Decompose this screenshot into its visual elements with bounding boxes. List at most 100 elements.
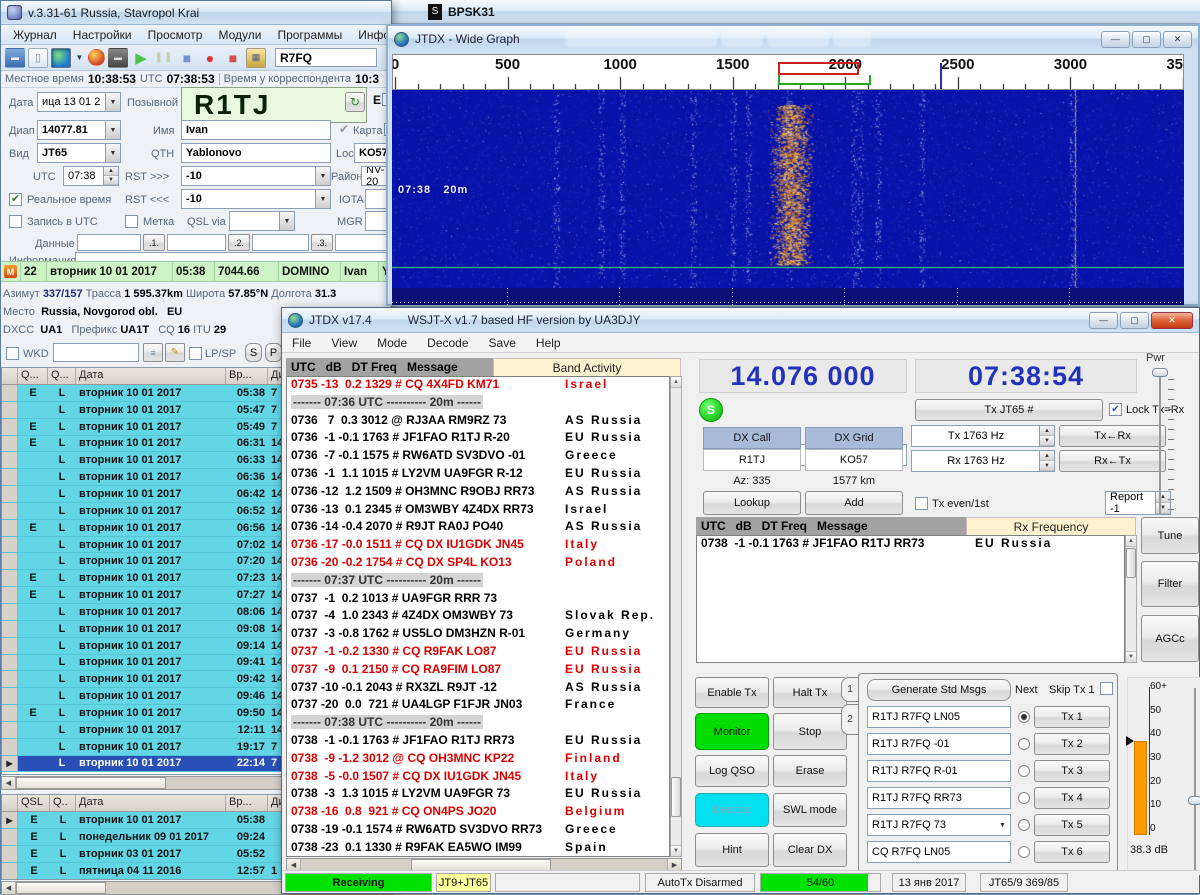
decode-row[interactable]: 0738 -3 1.3 1015 # LY2VM UA9FGR 73EU Rus… [287, 786, 669, 804]
logger-menu-item[interactable]: Программы [271, 27, 348, 43]
utc-spinner[interactable]: 07:38▲▼ [63, 166, 119, 186]
rst-sent-combo[interactable]: -10▼ [181, 166, 331, 186]
decode-row[interactable]: 0736 -1 1.1 1015 # LY2VM UA9FGR R-12EU R… [287, 466, 669, 484]
decode-row[interactable]: 0736 7 0.3 3012 @ RJ3AA RM9RZ 73AS Russi… [287, 413, 669, 431]
decode-row[interactable]: 0736 -14 -0.4 2070 # R9JT RA0J PO40AS Ru… [287, 519, 669, 537]
logger-menu-item[interactable]: Журнал [7, 27, 63, 43]
pwr-slider-handle[interactable] [1152, 368, 1168, 377]
decode-row[interactable]: ------- 07:37 UTC ---------- 20m ------ [287, 573, 669, 591]
right-slider-handle[interactable] [1188, 796, 1200, 805]
tx-select-button[interactable]: Tx 5 [1034, 814, 1110, 836]
toolbar-icon[interactable] [88, 49, 105, 66]
clear-dx-button[interactable]: Clear DX [773, 833, 847, 867]
band-activity-list[interactable]: 0735 -13 0.2 1329 # CQ 4X4FD KM71Israel -… [286, 376, 670, 857]
logger-menu-item[interactable]: Настройки [67, 27, 138, 43]
name-field[interactable]: Ivan [181, 120, 331, 140]
rx-freq-spinner[interactable]: Rx 1763 Hz▲▼ [911, 450, 1055, 472]
decode-row[interactable]: 0738 -19 -0.1 1574 # RW6ATD SV3DVO RR73G… [287, 822, 669, 840]
toolbar-icon[interactable]: ■ [177, 48, 197, 68]
erase-button[interactable]: Erase [773, 755, 847, 787]
qth-field[interactable]: Yablonovo [181, 143, 331, 163]
layers-icon[interactable]: ≡ [143, 343, 163, 362]
tx-message-radio[interactable] [1018, 765, 1030, 777]
rec-utc-checkbox[interactable] [9, 215, 22, 228]
tx-from-rx-button[interactable]: Tx←Rx [1059, 425, 1166, 447]
generate-std-msgs-button[interactable]: Generate Std Msgs [867, 679, 1011, 701]
jtdx-menu-item[interactable]: Decode [417, 334, 478, 352]
rx-range-bracket[interactable] [778, 75, 871, 85]
decode-row[interactable]: 0737 -9 0.1 2150 # CQ RA9FIM LO87EU Russ… [287, 662, 669, 680]
decode-row[interactable]: 0737 -3 -0.8 1762 # US5LO DM3HZN R-01Ger… [287, 626, 669, 644]
dx-grid-value[interactable]: KO57 [805, 449, 903, 471]
tx-freq-spinner[interactable]: Tx 1763 Hz▲▼ [911, 425, 1055, 447]
toolbar-icon[interactable] [51, 48, 71, 68]
toolbar-icon[interactable]: ▬ [5, 48, 25, 68]
hint-button[interactable]: Hint [695, 833, 769, 867]
rx-frequency-vscrollbar[interactable]: ▲▼ [1125, 535, 1137, 663]
wkd-field[interactable] [53, 343, 139, 362]
tx-message-radio[interactable] [1018, 846, 1030, 858]
skip-tx1-checkbox[interactable] [1100, 682, 1113, 695]
mark-checkbox[interactable] [125, 215, 138, 228]
callsign-search-input[interactable] [275, 48, 377, 67]
mode-combo[interactable]: JT65▼ [37, 143, 121, 163]
toolbar-icon[interactable]: ▯ [28, 48, 48, 68]
toolbar-icon[interactable]: ❚❚ [154, 48, 174, 68]
data-button-2[interactable]: .2. [228, 234, 250, 251]
tx-select-button[interactable]: Tx 6 [1034, 841, 1110, 863]
current-qso-row[interactable]: М 22 вторник 10 01 2017 05:38 7044.66 DO… [1, 261, 393, 282]
tx-message-radio[interactable] [1018, 738, 1030, 750]
dx-call-value[interactable]: R1TJ [703, 449, 801, 471]
tx-select-button[interactable]: Tx 1 [1034, 706, 1110, 728]
decode-row[interactable]: ------- 07:38 UTC ---------- 20m ------ [287, 715, 669, 733]
decode-row[interactable]: 0738 -1 -0.1 1763 # JF1FAO R1TJ RR73EU R… [287, 733, 669, 751]
data-field-1[interactable] [167, 234, 226, 251]
tx-message-input[interactable]: R1TJ R7FQ R-01▼ [867, 760, 1011, 782]
lpsp-checkbox[interactable] [189, 347, 202, 360]
qsl-via-combo[interactable]: ▼ [229, 211, 295, 231]
logger-menu-item[interactable]: Модули [212, 27, 267, 43]
p-button[interactable]: P [265, 343, 282, 362]
logger-menu-item[interactable]: Просмотр [142, 27, 209, 43]
decode-row[interactable]: 0736 -17 -0.0 1511 # CQ DX IU1GDK JN45It… [287, 537, 669, 555]
tx-mode-button[interactable]: Tx JT65 # [915, 399, 1103, 421]
tx-message-input[interactable]: R1TJ R7FQ 73▼ [867, 814, 1011, 836]
toolbar-icon[interactable]: ■ [223, 48, 243, 68]
frequency-scale[interactable]: 0500100015002000250030003500 [392, 54, 1184, 90]
wkd-checkbox[interactable] [6, 347, 19, 360]
tx-range-marker[interactable] [778, 62, 859, 75]
toolbar-icon[interactable]: ▶ [131, 48, 151, 68]
decode-row[interactable]: 0736 -1 -0.1 1763 # JF1FAO R1TJ R-20EU R… [287, 430, 669, 448]
jtdx-menu-item[interactable]: View [321, 334, 367, 352]
tx-message-input[interactable]: R1TJ R7FQ RR73▼ [867, 787, 1011, 809]
tx-message-radio[interactable] [1018, 711, 1030, 723]
toolbar-icon[interactable]: ▼ [74, 48, 85, 68]
close-button[interactable]: ✕ [1163, 31, 1192, 48]
callsign-field[interactable]: R1TJ [181, 87, 367, 123]
decode-row[interactable]: 0738 -1 -0.1 1763 # JF1FAO R1TJ RR73EU R… [697, 536, 1124, 554]
waterfall[interactable] [392, 90, 1184, 288]
tx-even-checkbox[interactable] [915, 497, 928, 510]
toolbar-icon[interactable]: ▦ [246, 48, 266, 68]
decode-row[interactable]: 0735 -13 0.2 1329 # CQ 4X4FD KM71Israel [287, 377, 669, 395]
date-combo[interactable]: ица 13 01 2▼ [37, 92, 121, 112]
swl-mode-button[interactable]: SWL mode [773, 793, 847, 827]
data-field-0[interactable] [77, 234, 141, 251]
rst-rcvd-combo[interactable]: -10▼ [181, 189, 331, 209]
decode-row[interactable]: 0736 -20 -0.2 1754 # CQ DX SP4L KO13Pola… [287, 555, 669, 573]
jtdx-menu-item[interactable]: File [282, 334, 321, 352]
halt-tx-button[interactable]: Halt Tx [773, 677, 847, 708]
tx-select-button[interactable]: Tx 4 [1034, 787, 1110, 809]
s-button[interactable]: S [245, 343, 262, 362]
decode-button[interactable]: Decode [695, 793, 769, 827]
decode-row[interactable]: 0736 -13 0.1 2345 # OM3WBY 4Z4DX RR73Isr… [287, 502, 669, 520]
add-button[interactable]: Add [805, 491, 903, 515]
decode-row[interactable]: 0738 -23 0.1 1330 # R9FAK EA5WO IM99Spai… [287, 840, 669, 857]
tx-message-input[interactable]: R1TJ R7FQ -01▼ [867, 733, 1011, 755]
jtdx-menu-item[interactable]: Mode [367, 334, 417, 352]
lookup-button[interactable]: Lookup [703, 491, 801, 515]
decode-row[interactable]: 0737 -20 0.0 721 # UA4LGP F1FJR JN03Fran… [287, 697, 669, 715]
filter-button[interactable]: Filter [1141, 561, 1199, 607]
minimize-button[interactable]: — [1089, 312, 1118, 329]
data-field-3[interactable] [335, 234, 393, 251]
